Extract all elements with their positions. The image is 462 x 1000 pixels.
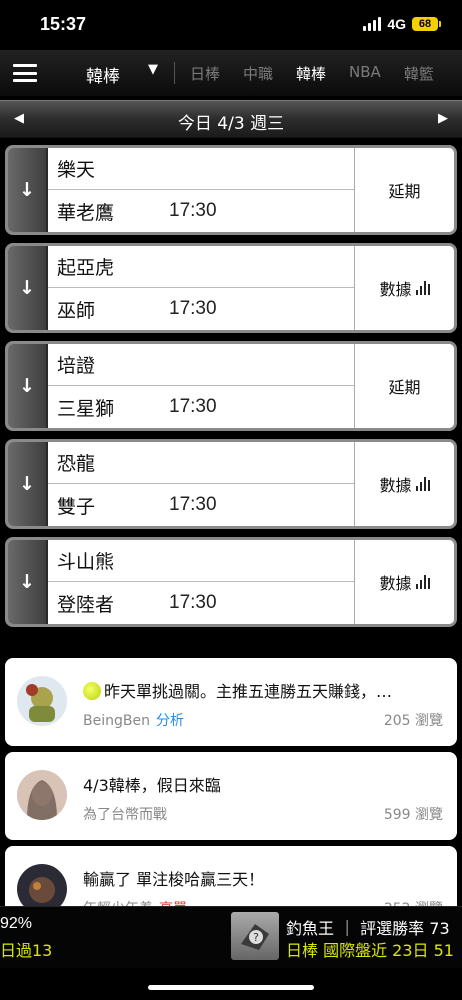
game-stats-button[interactable]: 數據: [354, 246, 454, 330]
post-title-text: 昨天單挑過關。主推五連勝五天賺錢，…: [104, 682, 393, 701]
tab-nippon-baseball[interactable]: 日棒: [190, 63, 220, 84]
post-title: 昨天單挑過關。主推五連勝五天賺錢，…: [83, 678, 445, 702]
post-card[interactable]: 4/3韓棒，假日來臨 為了台幣而戰 599 瀏覽: [5, 752, 457, 840]
matchup: 恐龍 雙子 17:30: [48, 442, 354, 526]
game-status-label: 延期: [388, 378, 421, 397]
post-views: 205 瀏覽: [383, 713, 443, 729]
away-team: 雙子: [57, 495, 96, 518]
game-time: 17:30: [169, 298, 217, 319]
matchup: 斗山熊 登陸者 17:30: [48, 540, 354, 624]
svg-text:?: ?: [253, 931, 259, 944]
away-row: 雙子 17:30: [48, 484, 354, 526]
date-label: 今日 4/3 週三: [177, 114, 285, 134]
game-card[interactable]: ↓ 恐龍 雙子 17:30 數據: [5, 439, 457, 529]
expand-arrow-icon[interactable]: ↓: [8, 148, 48, 232]
game-status-label: 數據: [379, 574, 412, 593]
league-tabs: 日棒 中職 韓棒 NBA 韓籃: [190, 63, 457, 84]
home-row: 培證: [48, 344, 354, 386]
home-row: 恐龍: [48, 442, 354, 484]
matchup: 樂天 華老鷹 17:30: [48, 148, 354, 232]
avatar: [17, 770, 67, 820]
league-selector[interactable]: 韓棒: [86, 62, 120, 87]
next-day-arrow-icon[interactable]: ▶: [438, 111, 448, 126]
game-status-button[interactable]: 延期: [354, 344, 454, 428]
expand-arrow-icon[interactable]: ↓: [8, 540, 48, 624]
post-title: 4/3韓棒，假日來臨: [83, 776, 221, 795]
matchup: 培證 三星獅 17:30: [48, 344, 354, 428]
matchup: 起亞虎 巫師 17:30: [48, 246, 354, 330]
hamburger-menu-icon[interactable]: [13, 64, 37, 82]
status-indicators: 4G 68: [363, 16, 441, 32]
network-type: 4G: [387, 16, 406, 32]
game-card[interactable]: ↓ 斗山熊 登陸者 17:30 數據: [5, 537, 457, 627]
away-team: 華老鷹: [57, 201, 115, 224]
battery-level: 68: [418, 18, 432, 30]
baseball-icon: [83, 682, 101, 700]
home-team: 培證: [57, 355, 96, 377]
tab-cpbl[interactable]: 中職: [243, 63, 273, 84]
date-bar: ◀ 今日 4/3 週三 ▶: [0, 100, 462, 138]
post-author[interactable]: 為了台幣而戰: [83, 807, 167, 823]
away-row: 登陸者 17:30: [48, 582, 354, 624]
game-time: 17:30: [169, 396, 217, 417]
expand-arrow-icon[interactable]: ↓: [8, 344, 48, 428]
game-card[interactable]: ↓ 起亞虎 巫師 17:30 數據: [5, 243, 457, 333]
nav-divider: [174, 62, 175, 84]
game-card[interactable]: ↓ 樂天 華老鷹 17:30 延期: [5, 145, 457, 235]
post-card[interactable]: 昨天單挑過關。主推五連勝五天賺錢，… BeingBen 分析 205 瀏覽: [5, 658, 457, 746]
game-stats-button[interactable]: 數據: [354, 442, 454, 526]
tab-kbo[interactable]: 韓棒: [296, 63, 326, 84]
expand-arrow-icon[interactable]: ↓: [8, 442, 48, 526]
ticker-right-line1: 釣魚王 ｜ 評選勝率 73: [286, 919, 450, 938]
away-row: 巫師 17:30: [48, 288, 354, 330]
game-status-label: 延期: [388, 182, 421, 201]
battery-icon: 68: [412, 17, 441, 31]
avatar: [17, 676, 67, 726]
home-indicator[interactable]: [148, 985, 314, 990]
stats-bars-icon: [415, 281, 430, 295]
ticker-right-line2: 日棒 國際盤近 23日 51: [286, 941, 454, 960]
away-team: 三星獅: [57, 397, 115, 420]
post-views: 599 瀏覽: [383, 807, 443, 823]
ticker-banner[interactable]: 92% 日過13 ? 釣魚王 ｜ 評選勝率 73 日棒 國際盤近 23日 51: [0, 906, 462, 968]
home-row: 起亞虎: [48, 246, 354, 288]
post-title: 輸贏了 單注梭哈贏三天！: [83, 870, 265, 889]
ticker-left-line1: 92%: [0, 915, 33, 932]
status-time: 15:37: [40, 14, 87, 34]
signal-icon: [363, 17, 382, 31]
home-team: 斗山熊: [57, 551, 115, 573]
status-bar: 15:37 4G 68: [0, 0, 462, 50]
game-stats-button[interactable]: 數據: [354, 540, 454, 624]
ticker-left-line2: 日過13: [0, 941, 53, 960]
post-tag: 分析: [155, 713, 184, 729]
mystery-pick-icon[interactable]: ?: [231, 912, 279, 960]
expand-arrow-icon[interactable]: ↓: [8, 246, 48, 330]
caret-down-icon[interactable]: ▼: [148, 62, 158, 77]
home-team: 起亞虎: [57, 257, 115, 279]
game-card[interactable]: ↓ 培證 三星獅 17:30 延期: [5, 341, 457, 431]
post-author-line: BeingBen 分析: [83, 710, 184, 730]
away-team: 登陸者: [57, 593, 115, 616]
stats-bars-icon: [415, 477, 430, 491]
tab-kbl[interactable]: 韓籃: [404, 63, 434, 84]
stats-bars-icon: [415, 575, 430, 589]
home-row: 斗山熊: [48, 540, 354, 582]
game-time: 17:30: [169, 494, 217, 515]
post-author-line: 為了台幣而戰: [83, 804, 167, 824]
post-author[interactable]: BeingBen: [83, 713, 150, 729]
home-row: 樂天: [48, 148, 354, 190]
game-time: 17:30: [169, 200, 217, 221]
game-status-label: 數據: [379, 476, 412, 495]
tab-nba[interactable]: NBA: [349, 63, 381, 84]
game-status-label: 數據: [379, 280, 412, 299]
game-status-button[interactable]: 延期: [354, 148, 454, 232]
home-team: 樂天: [57, 159, 96, 181]
home-team: 恐龍: [57, 453, 96, 475]
away-row: 三星獅 17:30: [48, 386, 354, 428]
game-time: 17:30: [169, 592, 217, 613]
game-list: ↓ 樂天 華老鷹 17:30 延期 ↓ 起亞虎 巫師 17:30 數據 ↓ 培證 三…: [5, 145, 457, 635]
top-nav: 韓棒 ▼ 日棒 中職 韓棒 NBA 韓籃: [0, 50, 462, 96]
away-team: 巫師: [57, 299, 96, 322]
away-row: 華老鷹 17:30: [48, 190, 354, 232]
